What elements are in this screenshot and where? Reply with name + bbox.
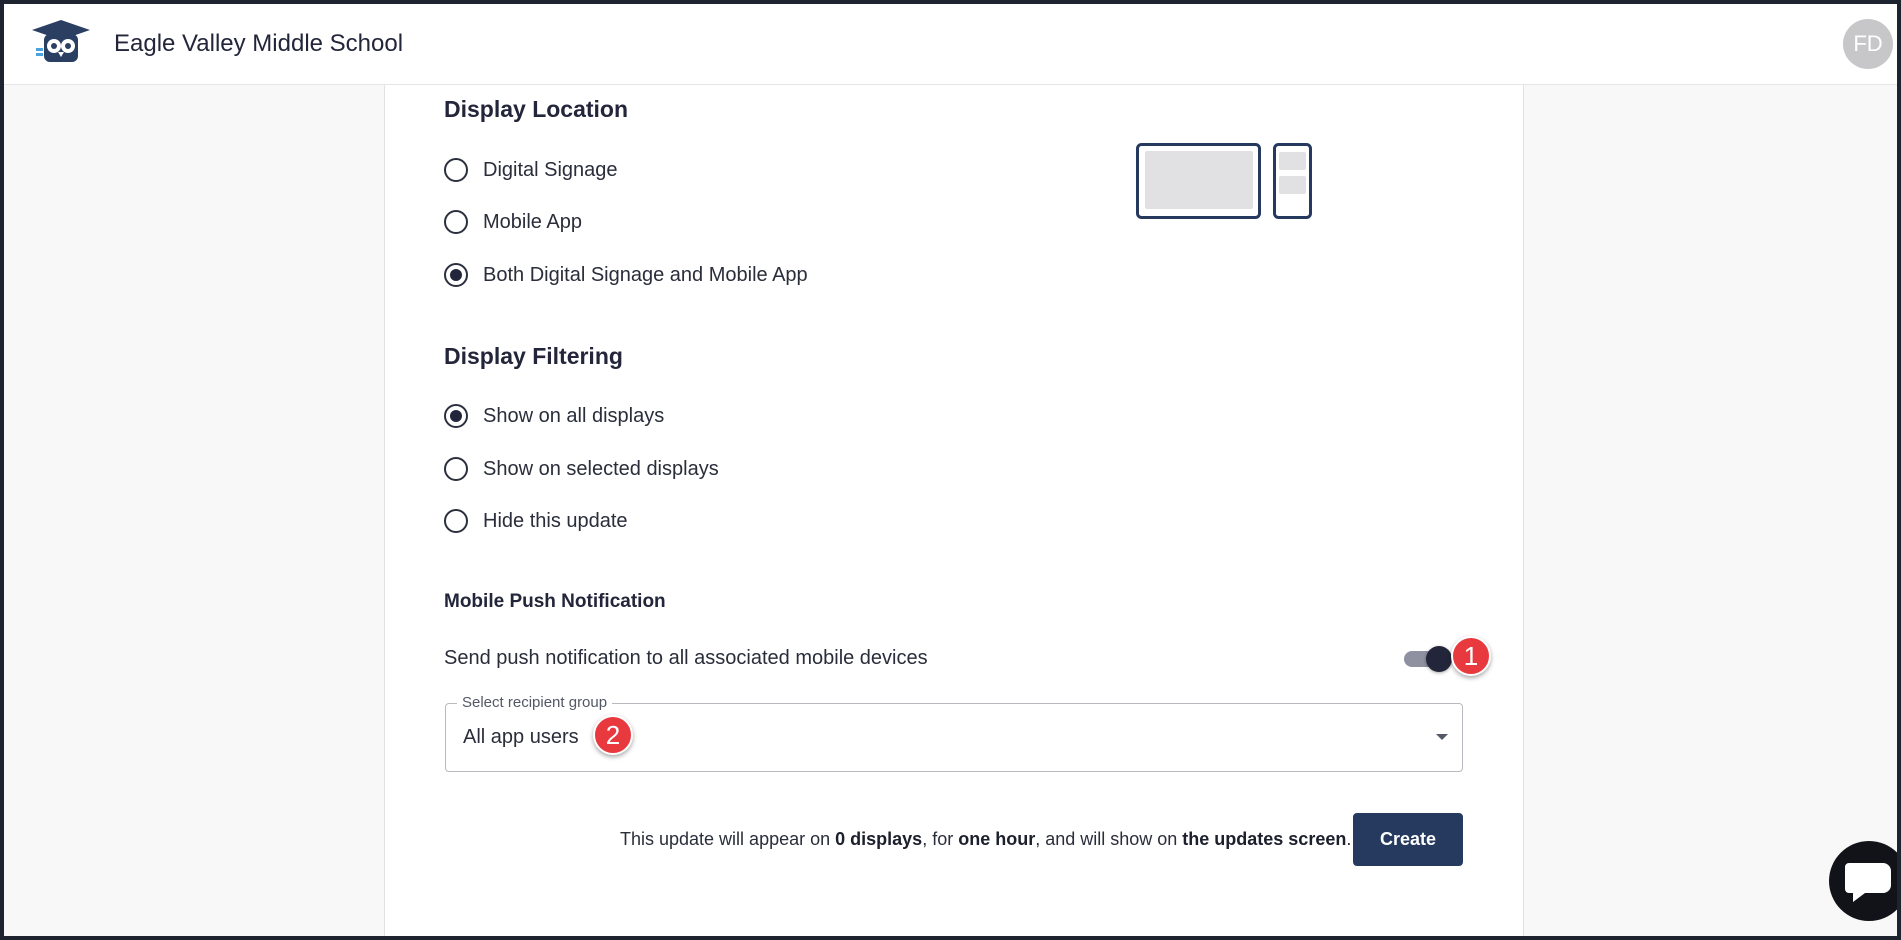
radio-button[interactable] bbox=[444, 457, 468, 481]
annotation-badge-2: 2 bbox=[593, 715, 633, 755]
summary-duration: one hour bbox=[958, 829, 1036, 849]
radio-button[interactable] bbox=[444, 158, 468, 182]
radio-show-all-displays[interactable]: Show on all displays bbox=[444, 402, 664, 430]
user-avatar[interactable]: FD bbox=[1843, 19, 1893, 69]
create-button[interactable]: Create bbox=[1353, 813, 1463, 866]
chat-bubble-icon bbox=[1845, 863, 1891, 902]
radio-button[interactable] bbox=[444, 210, 468, 234]
radio-label: Hide this update bbox=[483, 509, 628, 532]
radio-both-signage-and-app[interactable]: Both Digital Signage and Mobile App bbox=[444, 261, 808, 289]
radio-label: Mobile App bbox=[483, 210, 582, 233]
summary-displays: 0 displays bbox=[835, 829, 923, 849]
push-toggle-label: Send push notification to all associated… bbox=[444, 647, 928, 669]
push-notification-title: Mobile Push Notification bbox=[444, 591, 666, 612]
radio-label: Both Digital Signage and Mobile App bbox=[483, 263, 808, 286]
push-notification-toggle[interactable] bbox=[1404, 646, 1452, 672]
display-filtering-title: Display Filtering bbox=[444, 343, 623, 369]
radio-label: Show on all displays bbox=[483, 404, 665, 427]
chat-widget-button[interactable] bbox=[1829, 841, 1901, 921]
radio-mobile-app[interactable]: Mobile App bbox=[444, 208, 582, 236]
radio-hide-update[interactable]: Hide this update bbox=[444, 507, 628, 535]
annotation-badge-1: 1 bbox=[1451, 636, 1491, 676]
summary-screen: the updates screen bbox=[1182, 829, 1347, 849]
school-name: Eagle Valley Middle School bbox=[114, 30, 404, 57]
owl-logo-icon[interactable] bbox=[30, 18, 92, 68]
summary-prefix: This update will appear on bbox=[620, 829, 836, 849]
toggle-thumb[interactable] bbox=[1426, 646, 1452, 672]
radio-label: Show on selected displays bbox=[483, 457, 719, 480]
caret-down-icon[interactable] bbox=[1436, 734, 1448, 740]
devices-illustration-icon bbox=[1136, 143, 1313, 221]
radio-button[interactable] bbox=[444, 404, 468, 428]
top-bar: Eagle Valley Middle School FD bbox=[0, 0, 1901, 85]
radio-digital-signage[interactable]: Digital Signage bbox=[444, 156, 618, 184]
select-value: All app users bbox=[463, 726, 579, 748]
summary-mid2: , and will show on bbox=[1035, 829, 1183, 849]
summary-suffix: . bbox=[1346, 829, 1352, 849]
update-summary: This update will appear on 0 displays, f… bbox=[620, 829, 1351, 850]
display-location-title: Display Location bbox=[444, 96, 629, 122]
select-label: Select recipient group bbox=[457, 694, 613, 711]
radio-button[interactable] bbox=[444, 263, 468, 287]
radio-label: Digital Signage bbox=[483, 158, 618, 181]
radio-show-selected-displays[interactable]: Show on selected displays bbox=[444, 455, 719, 483]
radio-button[interactable] bbox=[444, 509, 468, 533]
summary-mid1: , for bbox=[922, 829, 959, 849]
